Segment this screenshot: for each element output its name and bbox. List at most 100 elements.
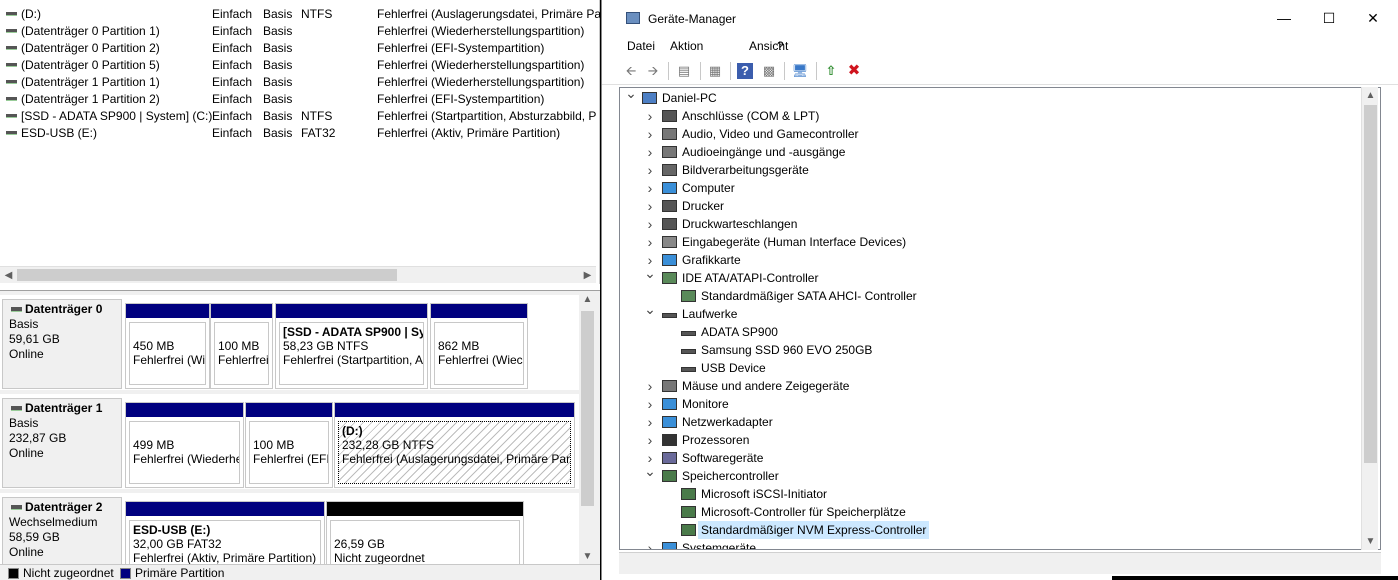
volume-type: Basis [263, 41, 293, 55]
chevron-right-icon[interactable]: › [644, 431, 656, 449]
partition-block[interactable]: 862 MB Fehlerfrei (Wiec [430, 303, 528, 389]
scroll-down-icon[interactable]: ▼ [579, 548, 596, 565]
volume-name: [SSD - ADATA SP900 | System] (C:) [21, 109, 213, 123]
scroll-up-icon[interactable]: ▲ [579, 291, 596, 308]
partition-info: [SSD - ADATA SP900 | Sy 58,23 GB NTFS Fehl… [279, 322, 424, 385]
chevron-down-icon[interactable]: ⌄ [625, 88, 637, 102]
chevron-right-icon[interactable]: › [644, 413, 656, 431]
chevron-right-icon[interactable]: › [644, 179, 656, 197]
volume-icon [6, 29, 17, 33]
scroll-thumb[interactable] [17, 269, 397, 281]
disk-kind: Basis [9, 317, 39, 331]
chevron-right-icon[interactable]: › [644, 161, 656, 179]
tree-vertical-scrollbar[interactable]: ▲ ▼ [1361, 87, 1378, 550]
graph-vertical-scrollbar[interactable]: ▲ ▼ [579, 291, 596, 565]
help-icon[interactable]: ? [737, 63, 753, 79]
scroll-right-icon[interactable]: ▶ [579, 267, 596, 284]
volume-row[interactable]: ESD-USB (E:) Einfach Basis FAT32 Fehlerfrei … [0, 125, 596, 142]
volume-row[interactable]: (Datenträger 1 Partition 1) Einfach Basis F… [0, 74, 596, 91]
chevron-right-icon[interactable]: › [644, 233, 656, 251]
tree-item-label: Prozessoren [682, 433, 750, 447]
forward-icon[interactable]: 🡪 [644, 62, 662, 80]
scroll-thumb[interactable] [1364, 105, 1377, 463]
menu-aktion[interactable]: Aktion [670, 39, 703, 53]
menu-help[interactable]: ? [777, 39, 784, 53]
chevron-down-icon[interactable]: ⌄ [644, 462, 656, 480]
legend-swatch [120, 568, 131, 579]
chevron-right-icon[interactable]: › [644, 395, 656, 413]
volume-row[interactable]: (Datenträger 0 Partition 2) Einfach Basis F… [0, 40, 596, 57]
maximize-icon[interactable]: ☐ [1306, 0, 1352, 37]
hid-icon [662, 236, 677, 248]
scroll-down-icon[interactable]: ▼ [1362, 533, 1379, 550]
properties-icon[interactable]: ▤ [675, 62, 693, 80]
update-driver-icon[interactable]: ⇧ [822, 62, 840, 80]
chevron-right-icon[interactable]: › [644, 107, 656, 125]
disk-graphical-view: ▲ ▼ Datenträger 0 Basis 59,61 GB Online 450 … [0, 290, 600, 580]
tree-item-label: Standardmäßiger NVM Express-Controller [698, 521, 930, 539]
chevron-right-icon[interactable]: › [644, 377, 656, 395]
disk-name: Datenträger 1 [9, 401, 115, 416]
partition-block[interactable]: 100 MB Fehlerfrei (EFI- [245, 402, 333, 488]
volume-type: Basis [263, 7, 293, 21]
chevron-right-icon[interactable]: › [644, 143, 656, 161]
close-icon[interactable]: ✕ [1350, 0, 1396, 37]
view-icon[interactable]: ▦ [706, 62, 724, 80]
disk-name: Datenträger 2 [9, 500, 115, 515]
menu-datei[interactable]: Datei [627, 39, 655, 53]
drive-icon [662, 313, 677, 318]
scroll-left-icon[interactable]: ◀ [0, 267, 17, 284]
uninstall-icon[interactable]: ✖ [845, 62, 863, 80]
partition-size: 232,28 GB NTFS [342, 438, 435, 452]
minimize-icon[interactable]: — [1261, 0, 1307, 37]
partition-title: (D:) [342, 424, 363, 438]
volume-icon [6, 46, 17, 50]
toolbar-separator [668, 62, 669, 80]
back-icon[interactable]: 🡨 [622, 62, 640, 80]
scan-hardware-icon[interactable]: 🖥 [791, 62, 809, 80]
chevron-right-icon[interactable]: › [644, 215, 656, 233]
printer-icon [662, 200, 677, 212]
volume-row[interactable]: (Datenträger 0 Partition 5) Einfach Basis F… [0, 57, 596, 74]
volume-icon [6, 131, 17, 135]
chevron-right-icon[interactable]: › [644, 539, 656, 549]
partition-status: Fehlerfrei (Auslagerungsdatei, Primäre P… [342, 452, 571, 466]
chevron-down-icon[interactable]: ⌄ [644, 264, 656, 282]
tree-item-label: Bildverarbeitungsgeräte [682, 163, 809, 177]
partition-block[interactable]: 450 MB Fehlerfrei (Wi [125, 303, 210, 389]
chevron-right-icon[interactable]: › [644, 125, 656, 143]
device-manager-window: Geräte-Manager — ☐ ✕ Datei Aktion Ansich… [601, 0, 1398, 580]
scroll-up-icon[interactable]: ▲ [1362, 87, 1379, 104]
disk-label[interactable]: Datenträger 1 Basis 232,87 GB Online [2, 398, 122, 488]
partition-block[interactable]: 100 MB Fehlerfrei [210, 303, 273, 389]
window-title: Geräte-Manager [648, 12, 737, 26]
audio-icon [662, 146, 677, 158]
volume-status: Fehlerfrei (Auslagerungsdatei, Primäre P… [377, 7, 602, 21]
chevron-down-icon[interactable]: ⌄ [644, 300, 656, 318]
volume-row[interactable]: [SSD - ADATA SP900 | System] (C:) Einfach… [0, 108, 596, 125]
partition-block[interactable]: (D:) 232,28 GB NTFS Fehlerfrei (Auslagerun… [334, 402, 575, 488]
volume-row[interactable]: (Datenträger 1 Partition 2) Einfach Basis F… [0, 91, 596, 108]
volume-name: (Datenträger 0 Partition 1) [21, 24, 160, 38]
partition-bar [126, 304, 209, 318]
volume-row[interactable]: (D:) Einfach Basis NTFS Fehlerfrei (Auslager… [0, 6, 601, 23]
toolbar-separator [816, 62, 817, 80]
scroll-thumb[interactable] [581, 311, 594, 506]
tree-item-label: USB Device [701, 361, 766, 375]
controller-icon [662, 272, 677, 284]
drive-icon [681, 367, 696, 372]
partition-size: 100 MB [253, 438, 295, 452]
show-hidden-icon[interactable]: ▩ [760, 62, 778, 80]
disk-label[interactable]: Datenträger 0 Basis 59,61 GB Online [2, 299, 122, 389]
partition-info: 450 MB Fehlerfrei (Wi [129, 322, 206, 385]
tree-item-label: Netzwerkadapter [682, 415, 773, 429]
volume-row[interactable]: (Datenträger 0 Partition 1) Einfach Basis F… [0, 23, 596, 40]
partition-bar [335, 403, 574, 417]
volume-type: Basis [263, 75, 293, 89]
partition-block[interactable]: [SSD - ADATA SP900 | Sy 58,23 GB NTFS Fehl… [275, 303, 428, 389]
chevron-right-icon[interactable]: › [644, 197, 656, 215]
volume-horizontal-scrollbar[interactable]: ◀ ▶ [0, 266, 596, 283]
partition-block[interactable]: 499 MB Fehlerfrei (Wiederhe [125, 402, 244, 488]
disk-state: Online [9, 446, 44, 460]
volume-list: (D:) Einfach Basis NTFS Fehlerfrei (Auslager… [0, 0, 601, 284]
